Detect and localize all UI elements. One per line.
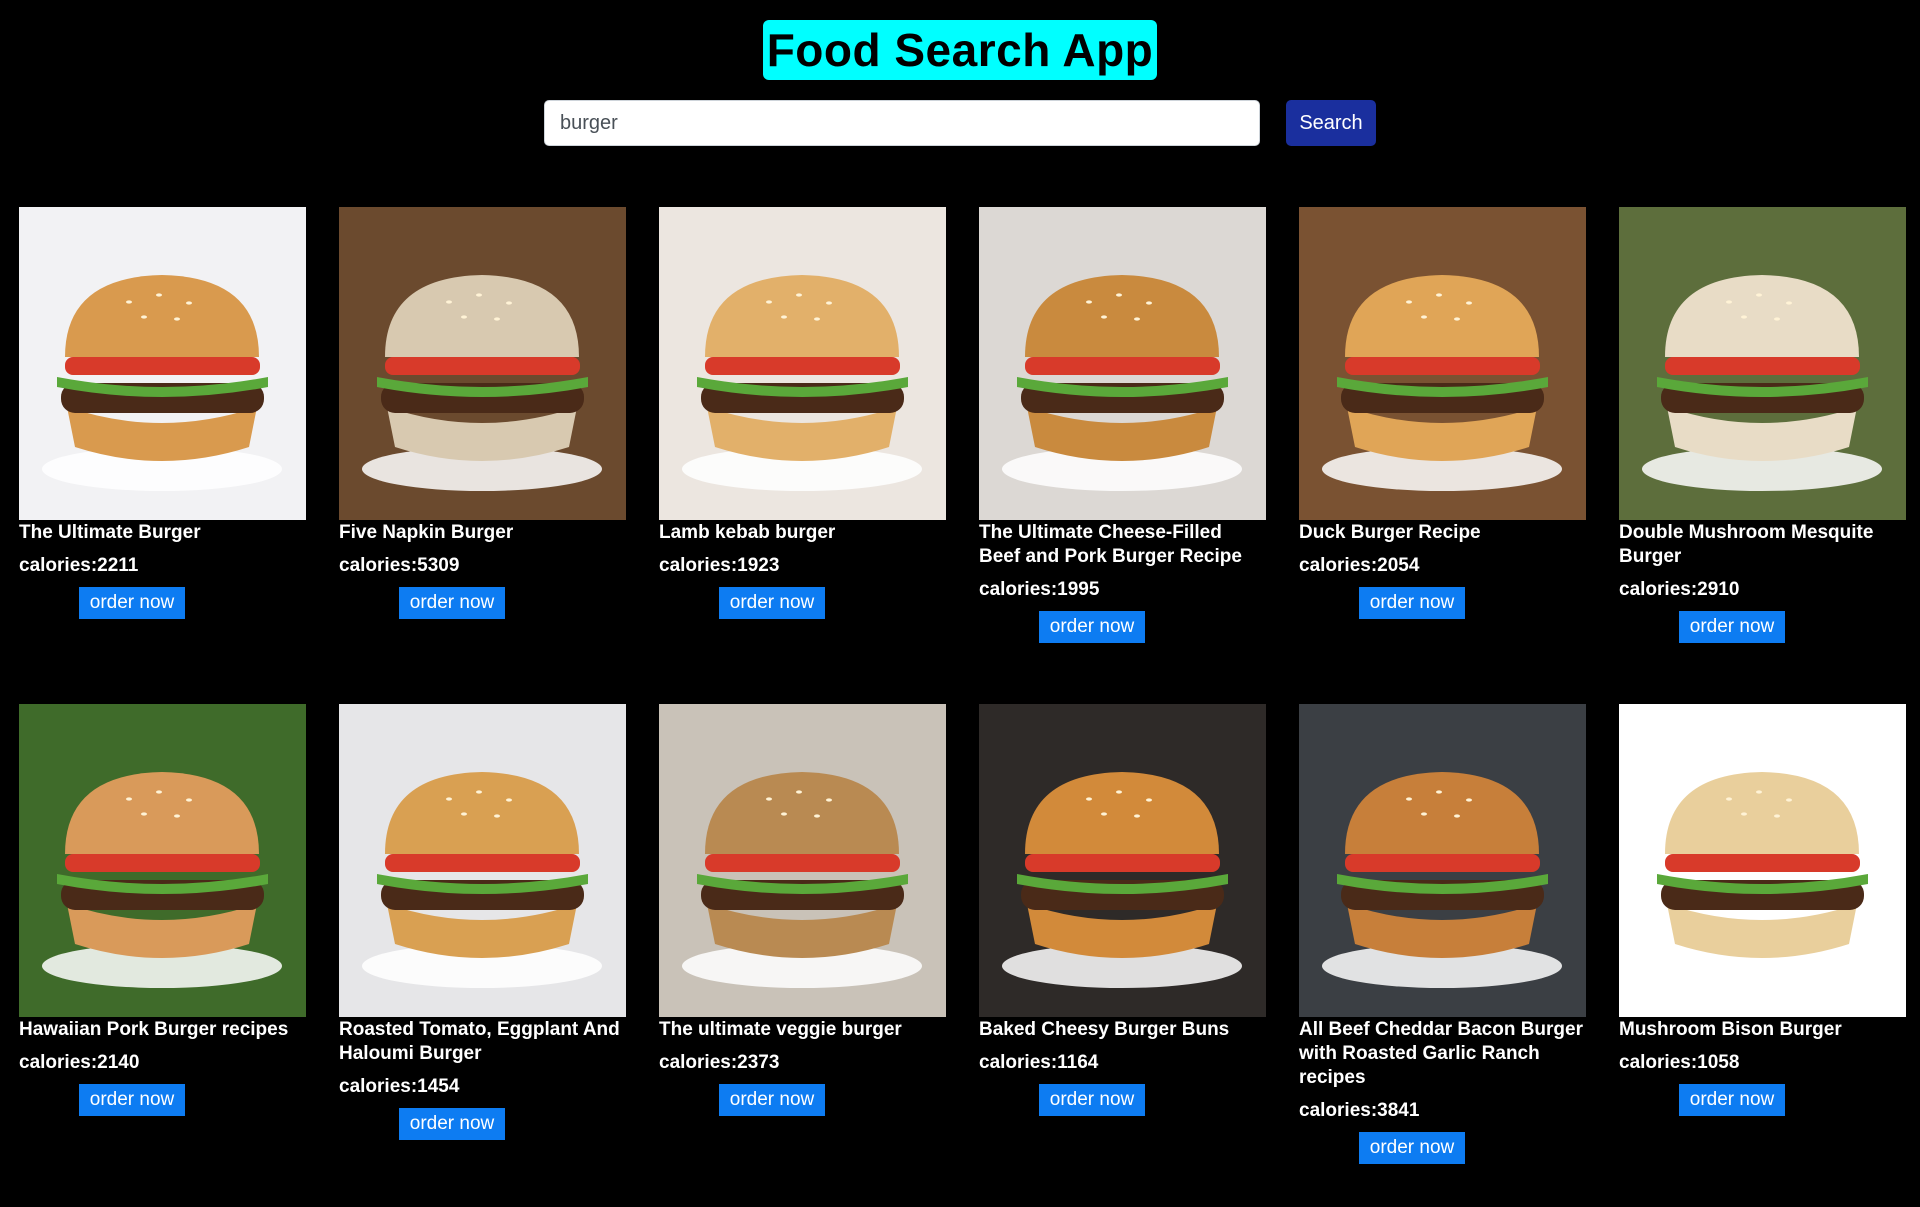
- recipe-calories: calories:1164: [979, 1052, 1099, 1073]
- order-now-button[interactable]: order now: [719, 587, 825, 619]
- recipe-card: All Beef Cheddar Bacon Burger with Roast…: [1299, 704, 1586, 1201]
- recipe-calories: calories:2910: [1619, 579, 1740, 600]
- recipe-title: The Ultimate Burger: [19, 522, 201, 543]
- recipe-card: Duck Burger Recipe calories:2054 order now: [1299, 207, 1586, 704]
- search-input[interactable]: [544, 100, 1260, 146]
- order-now-button[interactable]: order now: [1039, 611, 1145, 643]
- recipe-image: [659, 207, 946, 520]
- recipe-title: Duck Burger Recipe: [1299, 522, 1481, 543]
- order-now-button[interactable]: order now: [1679, 611, 1785, 643]
- order-now-button[interactable]: order now: [719, 1084, 825, 1116]
- recipe-grid: The Ultimate Burger calories:2211 order no…: [19, 207, 1909, 1201]
- order-now-button[interactable]: order now: [1359, 1132, 1465, 1164]
- recipe-image: [1299, 207, 1586, 520]
- recipe-image: [339, 704, 626, 1017]
- recipe-card: The Ultimate Cheese-Filled Beef and Pork…: [979, 207, 1266, 704]
- recipe-calories: calories:1454: [339, 1076, 460, 1097]
- recipe-calories: calories:5309: [339, 555, 460, 576]
- recipe-title: All Beef Cheddar Bacon Burger with Roast…: [1299, 1019, 1583, 1088]
- recipe-image: [19, 704, 306, 1017]
- recipe-image: [1619, 704, 1906, 1017]
- order-now-button[interactable]: order now: [399, 587, 505, 619]
- order-now-button[interactable]: order now: [399, 1108, 505, 1140]
- recipe-calories: calories:1923: [659, 555, 780, 576]
- recipe-card: Mushroom Bison Burger calories:1058 order …: [1619, 704, 1906, 1201]
- recipe-title: Five Napkin Burger: [339, 522, 514, 543]
- recipe-image: [339, 207, 626, 520]
- recipe-title: The ultimate veggie burger: [659, 1019, 902, 1040]
- recipe-calories: calories:1058: [1619, 1052, 1740, 1073]
- search-bar: Search: [544, 100, 1376, 148]
- recipe-calories: calories:2140: [19, 1052, 140, 1073]
- app-title: Food Search App: [762, 20, 1158, 80]
- app-header: Food Search App: [0, 20, 1920, 80]
- recipe-image: [979, 704, 1266, 1017]
- recipe-title: Roasted Tomato, Eggplant And Haloumi Bur…: [339, 1019, 620, 1064]
- recipe-calories: calories:2211: [19, 555, 139, 576]
- recipe-card: Double Mushroom Mesquite Burger calories:…: [1619, 207, 1906, 704]
- recipe-calories: calories:2054: [1299, 555, 1420, 576]
- recipe-title: Baked Cheesy Burger Buns: [979, 1019, 1230, 1040]
- order-now-button[interactable]: order now: [1039, 1084, 1145, 1116]
- recipe-title: Lamb kebab burger: [659, 522, 836, 543]
- recipe-image: [659, 704, 946, 1017]
- recipe-card: Baked Cheesy Burger Buns calories:1164 ord…: [979, 704, 1266, 1201]
- search-button[interactable]: Search: [1286, 100, 1376, 146]
- recipe-calories: calories:2373: [659, 1052, 780, 1073]
- order-now-button[interactable]: order now: [79, 1084, 185, 1116]
- order-now-button[interactable]: order now: [79, 587, 185, 619]
- recipe-card: Roasted Tomato, Eggplant And Haloumi Bur…: [339, 704, 626, 1201]
- recipe-title: Hawaiian Pork Burger recipes: [19, 1019, 289, 1040]
- recipe-image: [1299, 704, 1586, 1017]
- recipe-image: [19, 207, 306, 520]
- recipe-image: [1619, 207, 1906, 520]
- recipe-card: Lamb kebab burger calories:1923 order now: [659, 207, 946, 704]
- order-now-button[interactable]: order now: [1359, 587, 1465, 619]
- recipe-calories: calories:3841: [1299, 1100, 1420, 1121]
- order-now-button[interactable]: order now: [1679, 1084, 1785, 1116]
- recipe-title: The Ultimate Cheese-Filled Beef and Pork…: [979, 522, 1242, 567]
- recipe-card: Five Napkin Burger calories:5309 order now: [339, 207, 626, 704]
- recipe-calories: calories:1995: [979, 579, 1100, 600]
- recipe-card: The Ultimate Burger calories:2211 order no…: [19, 207, 306, 704]
- recipe-title: Mushroom Bison Burger: [1619, 1019, 1842, 1040]
- recipe-card: The ultimate veggie burger calories:2373 o…: [659, 704, 946, 1201]
- recipe-title: Double Mushroom Mesquite Burger: [1619, 522, 1874, 567]
- recipe-card: Hawaiian Pork Burger recipes calories:214…: [19, 704, 306, 1201]
- recipe-image: [979, 207, 1266, 520]
